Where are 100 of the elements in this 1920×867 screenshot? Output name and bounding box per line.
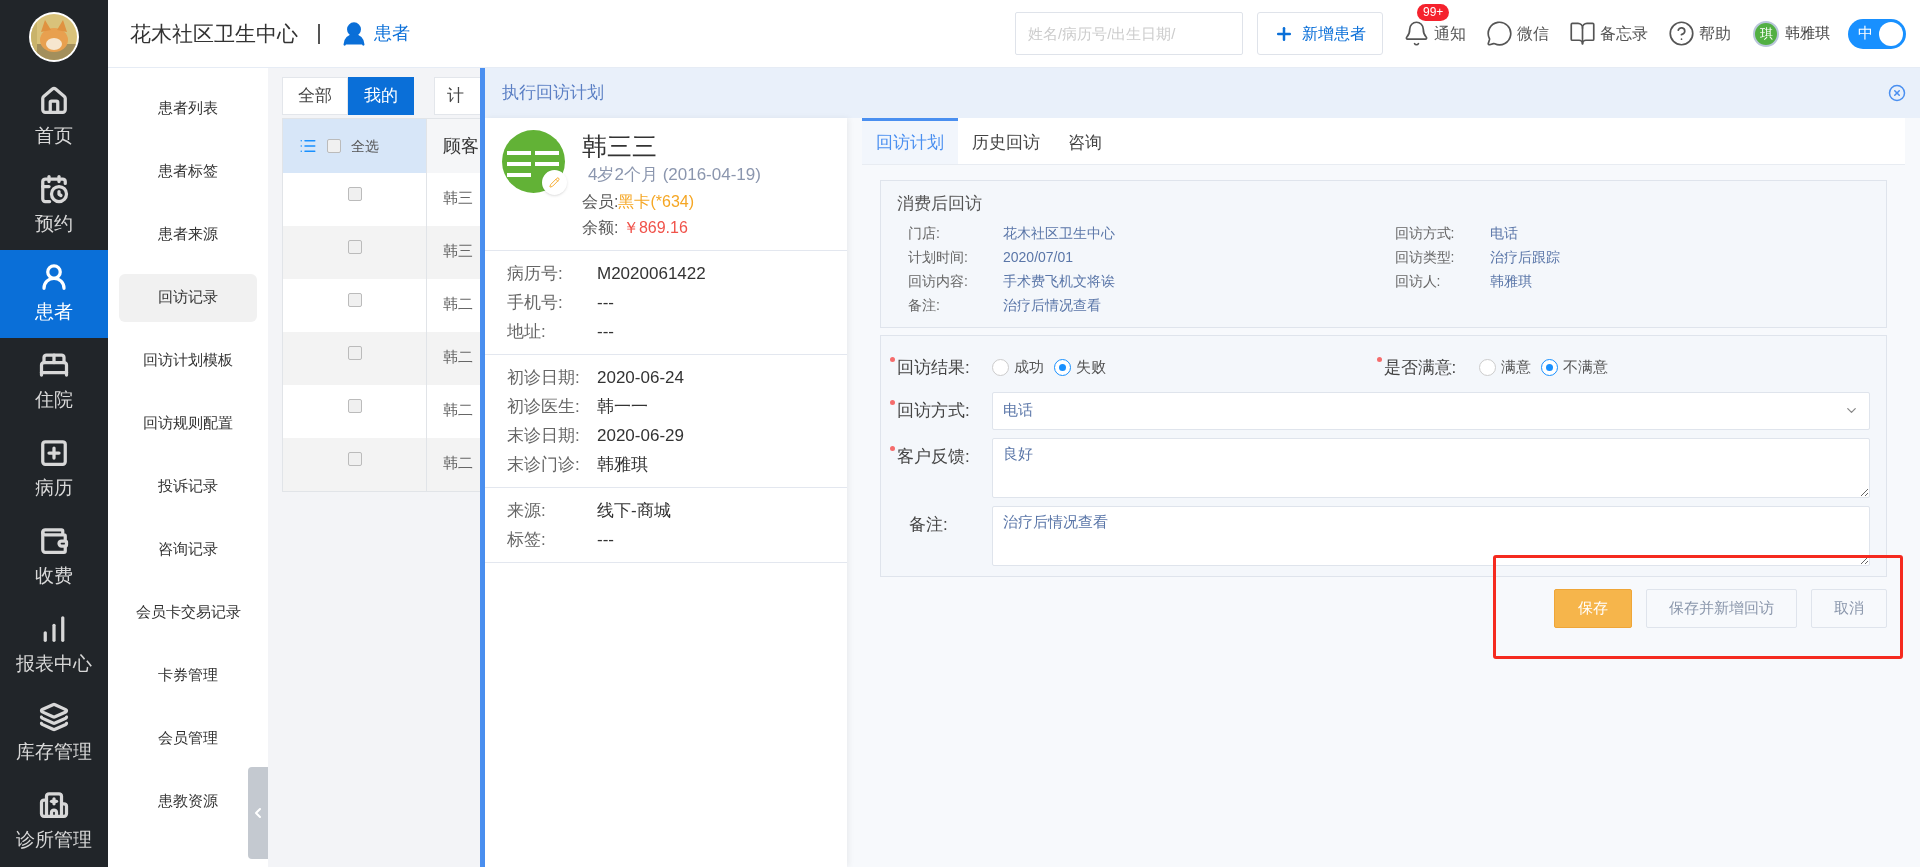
- checkbox[interactable]: [347, 187, 362, 201]
- patient-age: 4岁2个月 (2016-04-19): [587, 164, 761, 186]
- bell-icon: [1403, 20, 1430, 47]
- nav-item[interactable]: 报表中心: [0, 602, 108, 690]
- info-value: 韩一一: [597, 395, 648, 418]
- checkbox[interactable]: [347, 399, 362, 413]
- checkbox[interactable]: [347, 293, 362, 307]
- wallet-icon: [39, 525, 69, 556]
- submenu-item[interactable]: 患教资源: [119, 777, 257, 826]
- info-label: 标签:: [507, 528, 547, 551]
- info-value: 线下-商城: [597, 499, 671, 522]
- info-value: 2020-06-24: [597, 366, 684, 389]
- add-patient-button[interactable]: 新增患者: [1257, 12, 1383, 55]
- text-area[interactable]: 良好: [992, 437, 1870, 498]
- field-label: 客户反馈:: [897, 446, 970, 466]
- plan-label: 计划时间:: [908, 247, 969, 267]
- member-card-text: 黑卡(*634): [618, 192, 695, 210]
- info-label: 手机号:: [507, 291, 564, 314]
- list-icon: [299, 137, 317, 155]
- text-area[interactable]: 治疗后情况查看: [992, 505, 1870, 566]
- filter-tab[interactable]: 我的: [348, 77, 414, 115]
- hospital-icon: [39, 789, 69, 820]
- tab[interactable]: 历史回访: [958, 118, 1054, 164]
- clinic-name: 花木社区卫生中心: [130, 20, 298, 47]
- info-label: 初诊医生:: [507, 395, 581, 418]
- pencil-icon: [549, 177, 560, 188]
- toolbar-button[interactable]: 帮助: [1668, 20, 1731, 47]
- calendar-icon: [39, 173, 69, 204]
- module-title: 患者: [374, 22, 410, 45]
- radio-option[interactable]: 成功: [992, 356, 1044, 379]
- info-value: 韩雅琪: [597, 453, 648, 476]
- edit-avatar-button[interactable]: [542, 170, 567, 195]
- radio-option[interactable]: 不满意: [1540, 356, 1608, 379]
- method-select[interactable]: 电话: [992, 391, 1870, 430]
- plan-label: 回访内容:: [908, 271, 969, 291]
- house-icon: [39, 85, 69, 116]
- plan-label: 回访方式:: [1394, 223, 1456, 243]
- help-icon: [1668, 20, 1695, 47]
- submenu-item[interactable]: 卡券管理: [119, 651, 257, 700]
- plan-label: 回访类型:: [1394, 247, 1456, 267]
- plan-value: 花木社区卫生中心: [1003, 223, 1115, 243]
- plan-value: 手术费飞机文将诶: [1003, 271, 1115, 291]
- toolbar-button[interactable]: 通知: [1403, 20, 1466, 47]
- radio-option[interactable]: 满意: [1478, 356, 1531, 379]
- plan-value: 治疗后情况查看: [1003, 295, 1101, 315]
- field-label: 备注:: [909, 514, 948, 534]
- nav-item[interactable]: 住院: [0, 338, 108, 426]
- user-avatar: 琪: [1753, 20, 1779, 47]
- close-icon[interactable]: [1888, 84, 1906, 102]
- submenu-item[interactable]: 患者来源: [119, 210, 257, 259]
- person-icon: [39, 261, 69, 292]
- nav-item[interactable]: 诊所管理: [0, 778, 108, 866]
- checkbox[interactable]: [347, 346, 362, 360]
- radio-option[interactable]: 失败: [1054, 356, 1106, 379]
- submenu-item[interactable]: 回访计划模板: [119, 336, 257, 385]
- plan-value: 2020/07/01: [1003, 247, 1074, 267]
- submenu-item[interactable]: 会员卡交易记录: [119, 588, 257, 637]
- info-label: 末诊门诊:: [507, 453, 581, 476]
- plan-title: 消费后回访: [897, 193, 983, 215]
- notification-badge: 99+: [1417, 4, 1450, 21]
- info-label: 来源:: [507, 499, 547, 522]
- nav-item[interactable]: 预约: [0, 162, 108, 250]
- plan-value: 电话: [1489, 223, 1518, 243]
- nav-item[interactable]: 收费: [0, 514, 108, 602]
- member-label: 会员:: [582, 192, 619, 210]
- checkbox[interactable]: [347, 452, 362, 466]
- user-name: 韩雅琪: [1785, 23, 1830, 44]
- submenu-item[interactable]: 回访记录: [119, 273, 257, 322]
- submenu-item[interactable]: 咨询记录: [119, 525, 257, 574]
- book-icon: [1569, 20, 1596, 47]
- layers-icon: [39, 701, 69, 732]
- filter-tab[interactable]: 全部: [282, 77, 348, 115]
- field-label: 回访方式:: [897, 400, 970, 420]
- plus-square-icon: [39, 437, 69, 468]
- checkbox[interactable]: [327, 139, 341, 153]
- submenu-item[interactable]: 会员管理: [119, 714, 257, 763]
- submenu-item[interactable]: 患者标签: [119, 147, 257, 196]
- info-value: ---: [597, 320, 614, 343]
- patient-name: 韩三三: [582, 131, 658, 162]
- info-value: ---: [597, 291, 614, 314]
- submenu-item[interactable]: 投诉记录: [119, 462, 257, 511]
- nav-item[interactable]: 患者: [0, 250, 108, 338]
- nav-item[interactable]: 库存管理: [0, 690, 108, 778]
- info-value: M2020061422: [597, 262, 706, 285]
- field-label: 回访结果:: [897, 356, 970, 379]
- nav-item[interactable]: 病历: [0, 426, 108, 514]
- checkbox[interactable]: [347, 240, 362, 254]
- submenu-item[interactable]: 回访规则配置: [119, 399, 257, 448]
- plan-label: 回访人:: [1394, 271, 1442, 291]
- nav-item[interactable]: 首页: [0, 74, 108, 162]
- submenu-item[interactable]: 患者列表: [119, 84, 257, 133]
- info-value: ---: [597, 528, 614, 551]
- collapse-handle[interactable]: [248, 767, 268, 859]
- balance-label: 余额:: [582, 218, 620, 236]
- plan-label: 门店:: [908, 223, 941, 243]
- select-all-label: 全选: [351, 136, 379, 156]
- toolbar-button[interactable]: 备忘录: [1569, 20, 1648, 47]
- plan-value: 韩雅琪: [1489, 271, 1532, 291]
- tab[interactable]: 咨询: [1054, 118, 1116, 164]
- toolbar-button[interactable]: 微信: [1486, 20, 1549, 47]
